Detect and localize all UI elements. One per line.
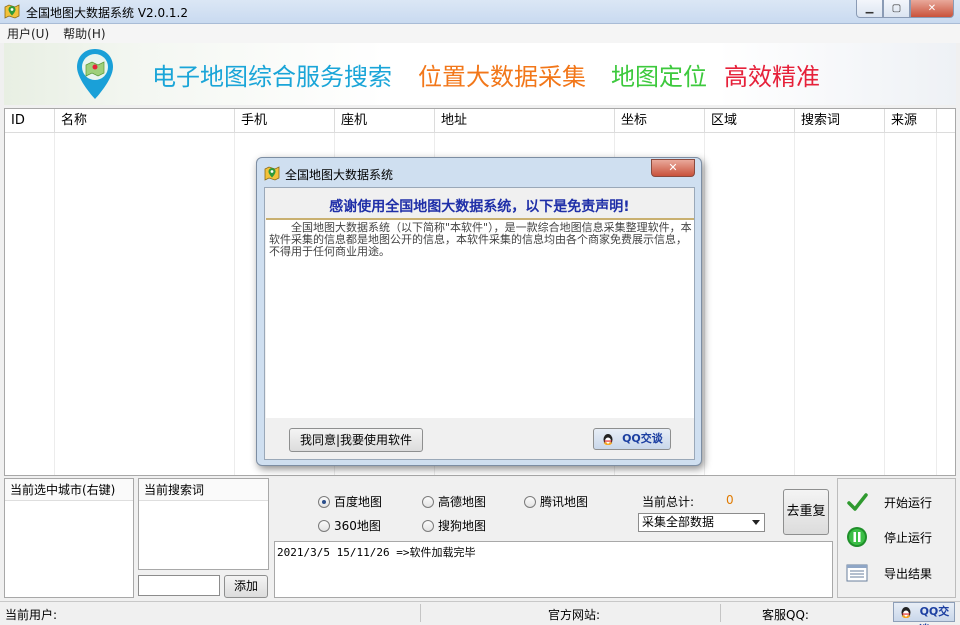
radio-unselected-icon: [422, 495, 434, 508]
radio-tencent[interactable]: 腾讯地图: [524, 493, 588, 510]
minimize-icon: ▁: [865, 3, 874, 14]
maximize-icon: ▢: [891, 3, 902, 14]
column-divider: [704, 133, 705, 475]
slogan-precise: 高效精准: [724, 63, 820, 91]
keyword-list-panel[interactable]: 当前搜索词: [138, 478, 269, 570]
radio-label: 腾讯地图: [540, 495, 589, 509]
menu-user[interactable]: 用户(U): [0, 25, 56, 42]
slogan-search: 电子地图综合服务搜索: [152, 63, 392, 91]
radio-gaode[interactable]: 高德地图: [422, 493, 486, 510]
agree-button[interactable]: 我同意|我要使用软件: [289, 428, 423, 452]
column-keyword[interactable]: 搜索词: [795, 109, 885, 133]
export-label: 导出结果: [884, 566, 933, 581]
city-list-panel[interactable]: 当前选中城市(右键): [4, 478, 134, 598]
table-header: ID 名称 手机 座机 地址 坐标 区域 搜索词 来源: [5, 109, 955, 133]
keyword-input[interactable]: [138, 575, 220, 596]
qq-chat-button[interactable]: QQ交谈: [593, 428, 671, 450]
menu-bar: 用户(U) 帮助(H): [0, 24, 960, 43]
disclaimer-textbox[interactable]: 全国地图大数据系统（以下简称"本软件"），是一款综合地图信息采集整理软件，本软件…: [266, 218, 694, 418]
total-count: 0: [726, 493, 734, 507]
map-app-icon: [264, 166, 280, 181]
slogan-locate: 地图定位: [611, 63, 707, 91]
radio-360[interactable]: 360地图: [318, 517, 381, 534]
column-divider: [794, 133, 795, 475]
window-controls: ▁ ▢ ✕: [856, 0, 954, 20]
title-bar: 全国地图大数据系统 V2.0.1.2 ▁ ▢ ✕: [0, 0, 960, 24]
radio-label: 百度地图: [334, 495, 383, 509]
column-region[interactable]: 区域: [705, 109, 795, 133]
chevron-down-icon: [752, 520, 760, 525]
radio-unselected-icon: [318, 519, 330, 532]
status-qq-chat-button[interactable]: QQ交谈: [893, 602, 955, 625]
status-qq-chat-label: QQ交谈: [919, 605, 950, 625]
disclaimer-dialog: 全国地图大数据系统 ✕ 感谢使用全国地图大数据系统，以下是免责声明! 全国地图大…: [256, 157, 702, 466]
list-export-icon: [846, 564, 868, 582]
collect-mode-value: 采集全部数据: [642, 515, 715, 529]
window-title: 全国地图大数据系统 V2.0.1.2: [26, 6, 189, 20]
minimize-button[interactable]: ▁: [856, 0, 883, 18]
total-label: 当前总计:: [642, 495, 695, 509]
column-phone[interactable]: 座机: [335, 109, 435, 133]
qq-penguin-icon: [603, 434, 613, 445]
radio-label: 360地图: [334, 519, 381, 533]
column-coordinates[interactable]: 坐标: [615, 109, 705, 133]
column-mobile[interactable]: 手机: [235, 109, 335, 133]
pause-icon: [847, 527, 867, 547]
menu-help[interactable]: 帮助(H): [56, 25, 112, 42]
status-divider: [720, 604, 721, 622]
collect-mode-select[interactable]: 采集全部数据: [638, 513, 765, 532]
dialog-close-button[interactable]: ✕: [651, 159, 695, 177]
status-qq: 客服QQ:: [762, 608, 809, 622]
column-address[interactable]: 地址: [435, 109, 615, 133]
dedupe-button[interactable]: 去重复: [783, 489, 829, 535]
dialog-body: 感谢使用全国地图大数据系统，以下是免责声明! 全国地图大数据系统（以下简称"本软…: [264, 187, 695, 460]
column-divider: [54, 133, 55, 475]
close-button[interactable]: ✕: [910, 0, 954, 18]
column-name[interactable]: 名称: [55, 109, 235, 133]
column-divider: [234, 133, 235, 475]
action-panel: 开始运行 停止运行 导出结果: [837, 478, 956, 598]
map-app-icon: [4, 4, 20, 19]
maximize-button[interactable]: ▢: [883, 0, 910, 18]
start-button[interactable]: 开始运行: [846, 491, 932, 513]
radio-label: 高德地图: [438, 495, 487, 509]
radio-baidu[interactable]: 百度地图: [318, 493, 382, 510]
add-keyword-button[interactable]: 添加: [224, 575, 268, 598]
banner: 电子地图综合服务搜索 位置大数据采集 地图定位 高效精准: [4, 43, 956, 105]
status-website: 官方网站:: [548, 608, 601, 622]
close-icon: ✕: [927, 3, 937, 14]
stop-label: 停止运行: [884, 530, 933, 545]
disclaimer-text: 全国地图大数据系统（以下简称"本软件"），是一款综合地图信息采集整理软件，本软件…: [269, 221, 692, 258]
status-user: 当前用户:: [5, 608, 58, 622]
city-panel-header: 当前选中城市(右键): [5, 479, 133, 501]
stop-button[interactable]: 停止运行: [846, 526, 932, 548]
close-icon: ✕: [668, 161, 678, 174]
export-button[interactable]: 导出结果: [846, 562, 932, 584]
radio-selected-icon: [318, 495, 330, 508]
column-id[interactable]: ID: [5, 109, 55, 133]
status-divider: [420, 604, 421, 622]
start-label: 开始运行: [884, 495, 933, 510]
status-bar: 当前用户: 官方网站: 客服QQ: QQ交谈: [0, 601, 960, 625]
radio-label: 搜狗地图: [438, 519, 487, 533]
map-source-options: 百度地图 高德地图 腾讯地图 360地图 搜狗地图 当前总计: 0 采集全部数据: [274, 481, 834, 541]
dialog-title: 全国地图大数据系统: [285, 168, 394, 182]
radio-unselected-icon: [524, 495, 536, 508]
map-pin-icon: [77, 49, 113, 99]
log-output[interactable]: 2021/3/5 15/11/26 =>软件加载完毕: [274, 541, 833, 598]
slogan-collect: 位置大数据采集: [418, 63, 586, 91]
qq-chat-label: QQ交谈: [622, 432, 663, 445]
column-divider: [884, 133, 885, 475]
keyword-panel-header: 当前搜索词: [139, 479, 268, 501]
check-icon: [847, 493, 868, 511]
column-divider: [936, 133, 937, 475]
radio-sogou[interactable]: 搜狗地图: [422, 517, 486, 534]
log-line: 2021/3/5 15/11/26 =>软件加载完毕: [277, 546, 476, 559]
dialog-heading: 感谢使用全国地图大数据系统，以下是免责声明!: [329, 199, 630, 215]
qq-penguin-icon: [901, 607, 911, 618]
column-source[interactable]: 来源: [885, 109, 937, 133]
radio-unselected-icon: [422, 519, 434, 532]
